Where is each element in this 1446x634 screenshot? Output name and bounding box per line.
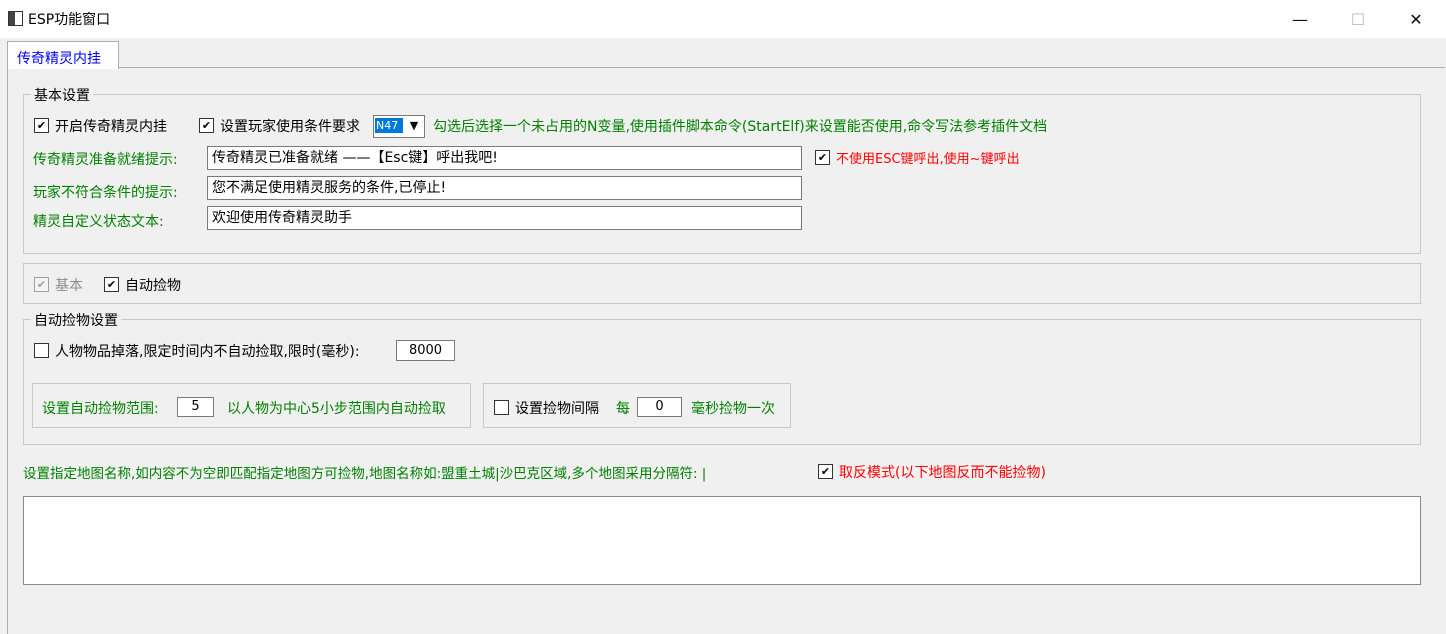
pickup-range-label: 设置自动捡物范围: [42,401,159,417]
pickup-interval-prefix: 每 [616,401,630,417]
variable-select[interactable]: N47 ▼ [373,115,425,138]
auto-pickup-checkbox[interactable]: ✔ [104,277,119,292]
pickup-interval-suffix: 毫秒捡物一次 [691,401,775,417]
unqualified-prompt-label: 玩家不符合条件的提示: [33,185,178,201]
unqualified-prompt-input[interactable]: 您不满足使用精灵服务的条件,已停止! [207,176,802,200]
drop-delay-label: 人物物品掉落,限定时间内不自动捡取,限时(毫秒): [55,344,360,360]
no-esc-label: 不使用ESC键呼出,使用~键呼出 [836,152,1020,167]
status-text-input[interactable]: 欢迎使用传奇精灵助手 [207,206,802,230]
player-condition-label: 设置玩家使用条件要求 [220,119,360,135]
variable-select-value: N47 [375,118,403,133]
pickup-range-hint: 以人物为中心5小步范围内自动捡取 [227,401,446,417]
pickup-interval-label: 设置捡物间隔 [515,401,599,417]
basic-settings-legend: 基本设置 [31,85,93,105]
maximize-icon: ☐ [1350,9,1366,29]
chevron-down-icon[interactable]: ▼ [405,117,423,134]
drop-delay-input[interactable]: 8000 [396,340,455,361]
minimize-button[interactable]: — [1270,0,1330,38]
invert-mode-label: 取反模式(以下地图反而不能捡物) [839,465,1046,481]
ready-prompt-label: 传奇精灵准备就绪提示: [33,152,178,168]
app-window-icon [8,11,23,26]
close-icon: ✕ [1409,9,1423,29]
feature-toggle-group [23,263,1421,304]
enable-elf-label: 开启传奇精灵内挂 [55,119,167,135]
invert-mode-checkbox[interactable]: ✔ [818,464,833,479]
player-condition-checkbox[interactable]: ✔ [199,118,214,133]
basic-label: 基本 [55,278,83,294]
close-button[interactable]: ✕ [1386,0,1446,38]
pickup-interval-checkbox[interactable] [494,400,509,415]
map-names-textarea[interactable] [23,496,1421,585]
auto-pickup-legend: 自动捡物设置 [31,310,121,330]
map-filter-hint: 设置指定地图名称,如内容不为空即匹配指定地图方可捡物,地图名称如:盟重土城|沙巴… [23,466,707,482]
enable-elf-checkbox[interactable]: ✔ [34,118,49,133]
window-title: ESP功能窗口 [28,12,111,28]
tab-elf-plugin[interactable]: 传奇精灵内挂 [7,41,119,69]
pickup-interval-input[interactable]: 0 [637,397,682,417]
ready-prompt-input[interactable]: 传奇精灵已准备就绪 ——【Esc键】呼出我吧! [207,146,802,170]
basic-checkbox: ✔ [34,277,49,292]
tab-label: 传奇精灵内挂 [17,51,101,67]
status-text-label: 精灵自定义状态文本: [33,214,164,230]
auto-pickup-label: 自动捡物 [125,278,181,294]
no-esc-checkbox[interactable]: ✔ [815,150,830,165]
maximize-button[interactable]: ☐ [1328,0,1388,38]
minimize-icon: — [1292,9,1308,29]
pickup-range-input[interactable]: 5 [177,397,214,417]
title-bar [0,0,1446,38]
drop-delay-checkbox[interactable] [34,343,49,358]
variable-hint: 勾选后选择一个未占用的N变量,使用插件脚本命令(StartElf)来设置能否使用… [433,119,1048,135]
